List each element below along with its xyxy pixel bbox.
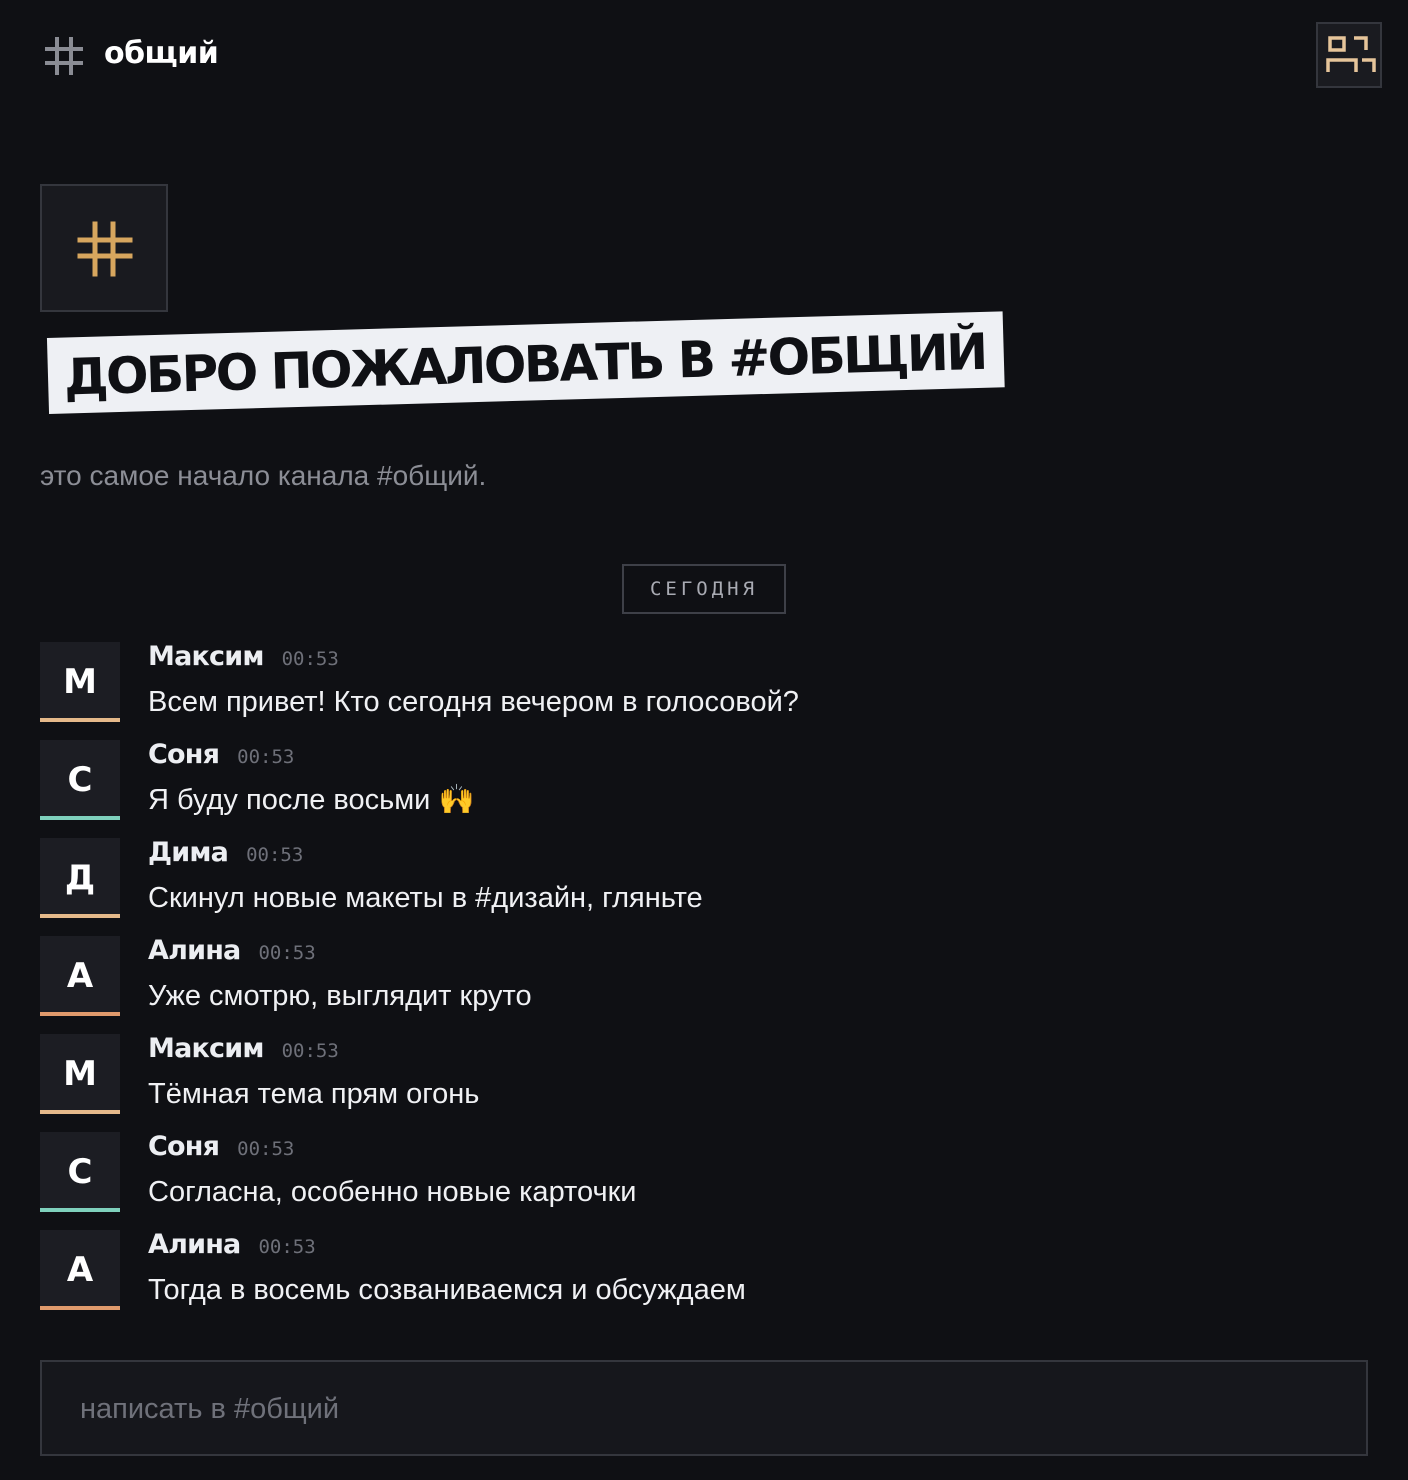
- avatar[interactable]: М: [40, 642, 120, 722]
- message-time: 00:53: [237, 1138, 295, 1160]
- avatar-accent-bar: [40, 1012, 120, 1016]
- hash-icon: [44, 36, 84, 76]
- message-author[interactable]: Дима: [148, 838, 229, 868]
- message-text: Согласна, особенно новые карточки: [148, 1176, 637, 1208]
- message-author[interactable]: Максим: [148, 1034, 264, 1064]
- message-item: Д Дима 00:53 Скинул новые макеты в #диза…: [40, 838, 1370, 918]
- message-text: Тогда в восемь созваниваемся и обсуждаем: [148, 1274, 746, 1306]
- message-text: Уже смотрю, выглядит круто: [148, 980, 532, 1012]
- avatar-initial: М: [63, 662, 97, 702]
- avatar[interactable]: М: [40, 1034, 120, 1114]
- message-author[interactable]: Соня: [148, 1132, 220, 1162]
- welcome-title: ДОБРО ПОЖАЛОВАТЬ В #ОБЩИЙ: [46, 311, 1005, 414]
- message-text: Я буду после восьми 🙌: [148, 784, 475, 816]
- members-button[interactable]: [1316, 22, 1382, 88]
- avatar-accent-bar: [40, 816, 120, 820]
- avatar-accent-bar: [40, 1208, 120, 1212]
- avatar[interactable]: А: [40, 936, 120, 1016]
- channel-header: общий: [0, 0, 1408, 110]
- message-author[interactable]: Соня: [148, 740, 220, 770]
- message-author[interactable]: Алина: [148, 936, 241, 966]
- message-text: Тёмная тема прям огонь: [148, 1078, 480, 1110]
- welcome-subtitle: это самое начало канала #общий.: [40, 460, 487, 491]
- message-time: 00:53: [258, 942, 316, 964]
- message-list: М Максим 00:53 Всем привет! Кто сегодня …: [40, 642, 1370, 1328]
- avatar[interactable]: С: [40, 740, 120, 820]
- channel-title: общий: [104, 36, 219, 71]
- chat-page: общий ДОБРО ПОЖАЛОВАТЬ В #ОБЩИЙ это само…: [0, 0, 1408, 1480]
- avatar-accent-bar: [40, 718, 120, 722]
- avatar-accent-bar: [40, 914, 120, 918]
- avatar-initial: С: [67, 1152, 93, 1192]
- message-author[interactable]: Максим: [148, 642, 264, 672]
- message-item: А Алина 00:53 Уже смотрю, выглядит круто: [40, 936, 1370, 1016]
- avatar-accent-bar: [40, 1306, 120, 1310]
- date-divider: СЕГОДНЯ: [622, 564, 786, 614]
- message-item: С Соня 00:53 Согласна, особенно новые ка…: [40, 1132, 1370, 1212]
- avatar-initial: А: [66, 956, 94, 996]
- message-time: 00:53: [237, 746, 295, 768]
- message-time: 00:53: [281, 648, 339, 670]
- message-input[interactable]: [78, 1384, 1322, 1434]
- message-time: 00:53: [258, 1236, 316, 1258]
- avatar-initial: Д: [64, 858, 96, 898]
- message-time: 00:53: [246, 844, 304, 866]
- message-item: А Алина 00:53 Тогда в восемь созваниваем…: [40, 1230, 1370, 1310]
- avatar[interactable]: Д: [40, 838, 120, 918]
- avatar-initial: А: [66, 1250, 94, 1290]
- message-item: М Максим 00:53 Всем привет! Кто сегодня …: [40, 642, 1370, 722]
- avatar[interactable]: С: [40, 1132, 120, 1212]
- message-text: Скинул новые макеты в #дизайн, гляньте: [148, 882, 703, 914]
- message-item: С Соня 00:53 Я буду после восьми 🙌: [40, 740, 1370, 820]
- message-text: Всем привет! Кто сегодня вечером в голос…: [148, 686, 799, 718]
- avatar[interactable]: А: [40, 1230, 120, 1310]
- message-author[interactable]: Алина: [148, 1230, 241, 1260]
- avatar-initial: М: [63, 1054, 97, 1094]
- message-composer: [40, 1360, 1368, 1456]
- channel-welcome-icon: [40, 184, 168, 312]
- message-item: М Максим 00:53 Тёмная тема прям огонь: [40, 1034, 1370, 1114]
- message-time: 00:53: [281, 1040, 339, 1062]
- avatar-accent-bar: [40, 1110, 120, 1114]
- avatar-initial: С: [67, 760, 93, 800]
